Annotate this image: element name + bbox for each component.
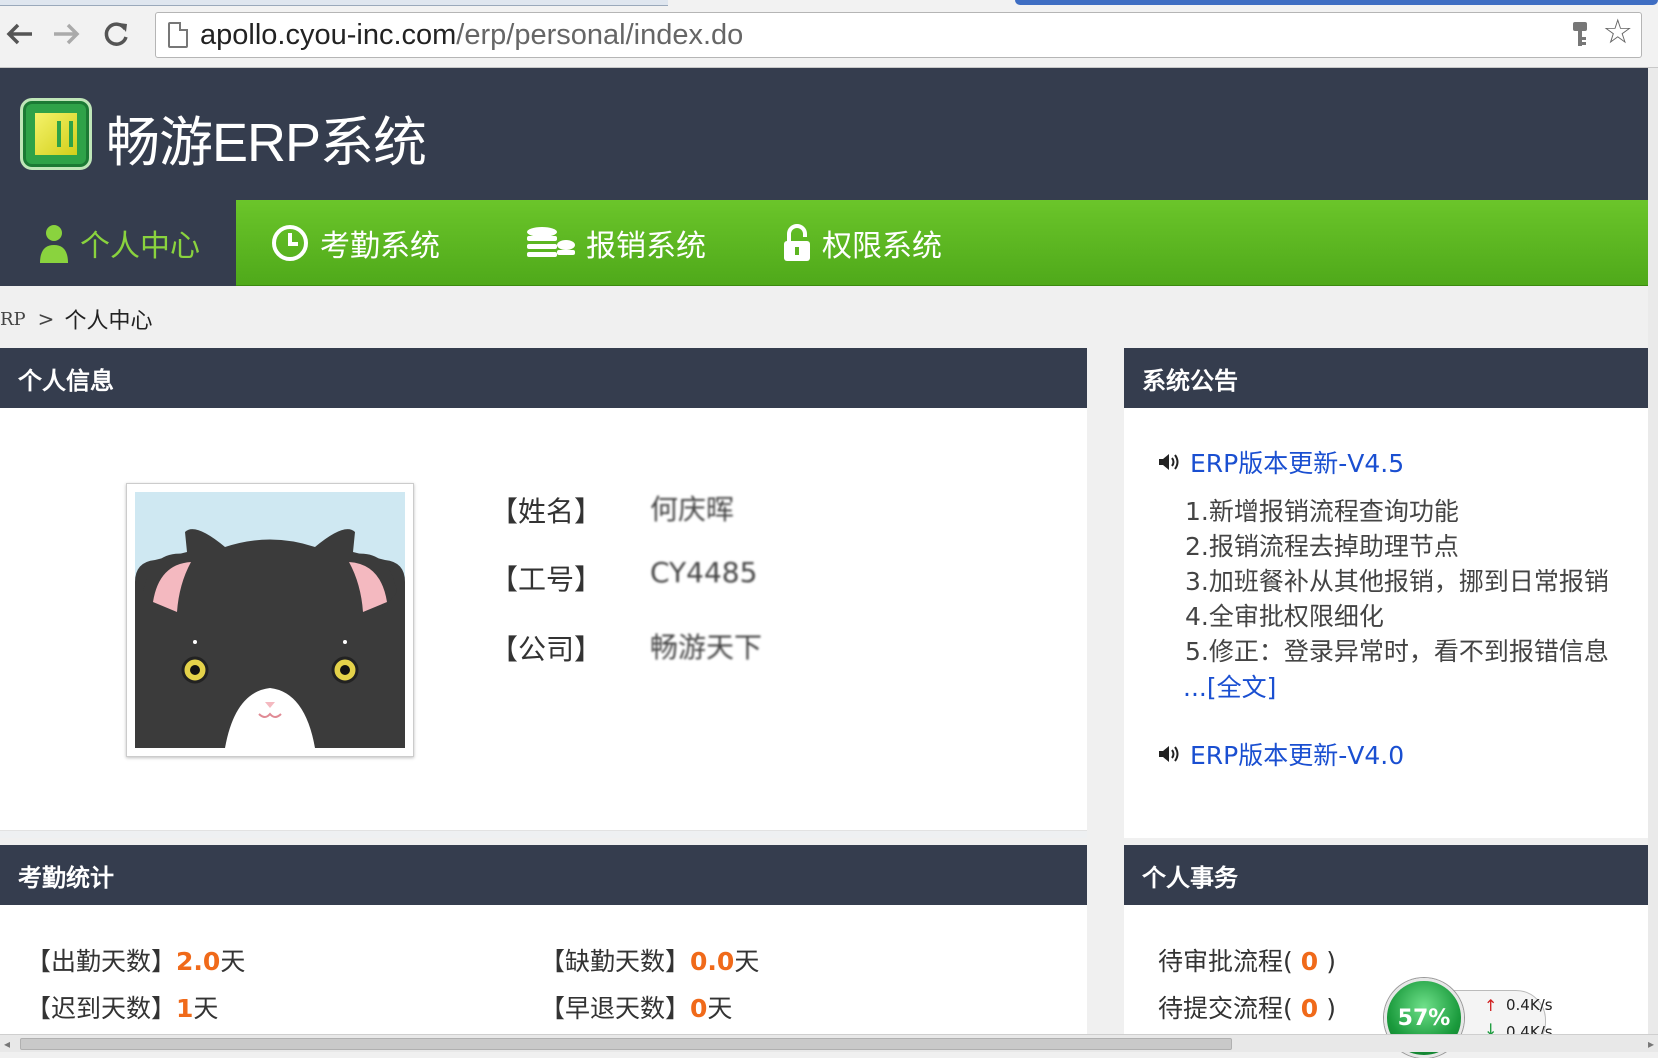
browser-toolbar: apollo.cyou-inc.com/erp/personal/index.d…: [0, 0, 1658, 68]
nav-item-label: 考勤系统: [320, 229, 440, 264]
erp-logo: [20, 98, 92, 170]
name-value: 何庆晖: [650, 493, 735, 526]
browser-tab-other[interactable]: [1015, 0, 1658, 5]
nav-item-permission[interactable]: 权限系统: [782, 200, 942, 286]
read-more-link[interactable]: ...[全文]: [1183, 668, 1276, 704]
cat-avatar-image: [135, 492, 405, 748]
notice-link[interactable]: ERP版本更新-V4.0: [1158, 736, 1404, 772]
address-bar[interactable]: apollo.cyou-inc.com/erp/personal/index.d…: [155, 12, 1642, 58]
reload-icon: [104, 22, 128, 46]
stat-label: 【出勤天数】: [26, 947, 177, 976]
url-text[interactable]: apollo.cyou-inc.com/erp/personal/index.d…: [200, 19, 743, 52]
main-nav: 个人中心 考勤系统 报销系统 权限系统: [0, 200, 1658, 286]
stat-label: 【早退天数】: [540, 994, 691, 1023]
stat-unit: 天: [734, 947, 760, 976]
scroll-left-icon[interactable]: ◂: [4, 1035, 10, 1053]
key-icon[interactable]: [1571, 21, 1589, 49]
company-value: 畅游天下: [650, 631, 763, 664]
name-label: 【姓名】: [490, 495, 603, 528]
clock-icon: [272, 225, 308, 261]
notice-title-text: ERP版本更新-V4.5: [1190, 449, 1405, 478]
nav-item-label: 报销系统: [586, 229, 706, 264]
page-icon: [168, 22, 188, 48]
attendance-days-stat: 【出勤天数】2.0天: [26, 942, 245, 978]
speaker-icon: [1159, 746, 1179, 762]
lock-icon: [784, 224, 810, 261]
nav-item-personal-center[interactable]: 个人中心: [0, 200, 236, 286]
tab-strip: [0, 0, 1658, 6]
late-days-stat: 【迟到天数】1天: [26, 989, 218, 1025]
arrow-right-icon: [54, 23, 80, 45]
stat-label: 【迟到天数】: [26, 994, 177, 1023]
panel-title: 个人信息: [0, 348, 1087, 408]
url-host: apollo.cyou-inc.com: [200, 19, 457, 51]
stat-value: 2.0: [176, 947, 221, 976]
nav-item-label: 权限系统: [822, 229, 942, 264]
horizontal-scrollbar[interactable]: ◂ ▸: [0, 1034, 1658, 1052]
notice-title-text: ERP版本更新-V4.0: [1190, 741, 1405, 770]
breadcrumb-root[interactable]: RP: [0, 309, 26, 330]
app-title: 畅游ERP系统: [106, 113, 427, 173]
star-icon[interactable]: ☆: [1603, 15, 1633, 49]
notice-line: 2.报销流程去掉助理节点: [1185, 532, 1459, 561]
stat-unit: 天: [707, 994, 733, 1023]
notice-line: 4.全审批权限细化: [1185, 602, 1384, 631]
pending-approval-link[interactable]: 待审批流程(0): [1158, 942, 1336, 978]
back-button[interactable]: [4, 18, 36, 50]
scroll-right-icon[interactable]: ▸: [1648, 1035, 1654, 1053]
breadcrumb: RP > 个人中心: [0, 304, 152, 334]
absence-days-stat: 【缺勤天数】0.0天: [540, 942, 759, 978]
notice-line: 1.新增报销流程查询功能: [1185, 497, 1459, 526]
affair-label: 待提交流程: [1158, 994, 1284, 1023]
stat-value: 0: [690, 994, 708, 1023]
nav-item-attendance[interactable]: 考勤系统: [270, 200, 440, 286]
stat-value: 1: [176, 994, 194, 1023]
pending-submit-link[interactable]: 待提交流程(0): [1158, 989, 1336, 1025]
company-label: 【公司】: [490, 633, 603, 666]
panel-title: 个人事务: [1124, 845, 1658, 905]
affair-count: 0: [1300, 994, 1319, 1023]
user-icon: [40, 225, 68, 263]
affair-label: 待审批流程: [1158, 947, 1284, 976]
chevron-right-icon: >: [37, 307, 55, 331]
vertical-scrollbar[interactable]: [1648, 68, 1658, 1034]
early-leave-days-stat: 【早退天数】0天: [540, 989, 732, 1025]
employee-id-value: CY4485: [650, 556, 758, 589]
panel-title: 系统公告: [1124, 348, 1658, 408]
browser-tab-active[interactable]: [0, 0, 668, 6]
notice-line: 3.加班餐补从其他报销，挪到日常报销: [1185, 567, 1609, 596]
avatar: [126, 483, 414, 757]
reload-button[interactable]: [100, 18, 132, 50]
scrollbar-thumb[interactable]: [20, 1038, 1232, 1050]
coins-icon: [527, 227, 575, 257]
stat-unit: 天: [193, 994, 219, 1023]
url-path: /erp/personal/index.do: [456, 19, 744, 51]
nav-item-reimbursement[interactable]: 报销系统: [524, 200, 706, 286]
breadcrumb-current: 个人中心: [64, 309, 153, 334]
upload-speed: 0.4K/s: [1506, 996, 1553, 1014]
speaker-icon: [1159, 454, 1179, 470]
employee-id-label: 【工号】: [490, 563, 603, 596]
panel-divider: [0, 830, 1087, 838]
forward-button[interactable]: [50, 18, 82, 50]
close-paren: ): [1326, 994, 1336, 1023]
stat-label: 【缺勤天数】: [540, 947, 691, 976]
arrow-left-icon: [6, 23, 32, 45]
open-paren: (: [1283, 947, 1293, 976]
notice-line: 5.修正：登录异常时，看不到报错信息: [1185, 637, 1609, 666]
open-paren: (: [1283, 994, 1293, 1023]
notice-link[interactable]: ERP版本更新-V4.5: [1158, 444, 1404, 480]
upload-arrow-icon: ↑: [1484, 996, 1498, 1015]
stat-unit: 天: [220, 947, 246, 976]
close-paren: ): [1326, 947, 1336, 976]
stat-value: 0.0: [690, 947, 735, 976]
panel-title: 考勤统计: [0, 845, 1087, 905]
nav-item-label: 个人中心: [80, 229, 200, 264]
affair-count: 0: [1300, 947, 1319, 976]
